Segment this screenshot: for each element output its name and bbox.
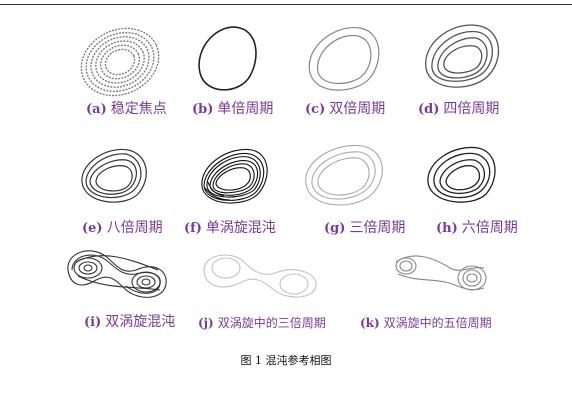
caption-i: (i) 双涡旋混沌 xyxy=(84,313,175,329)
caption-e-text: 八倍周期 xyxy=(106,220,163,236)
caption-j: (j) 双涡旋中的三倍周期 xyxy=(198,314,326,330)
phase-portrait-j xyxy=(203,254,317,298)
caption-j-text: 双涡旋中的三倍周期 xyxy=(217,316,326,330)
caption-d: (d) 四倍周期 xyxy=(418,100,499,116)
caption-b-text: 单倍周期 xyxy=(217,101,274,117)
caption-g-text: 三倍周期 xyxy=(349,220,406,236)
caption-c: (c) 双倍周期 xyxy=(305,100,385,116)
caption-k-label: (k) xyxy=(360,316,380,330)
caption-b-label: (b) xyxy=(192,102,214,117)
caption-a-text: 稳定焦点 xyxy=(110,101,167,117)
caption-h-label: (h) xyxy=(436,221,458,236)
caption-h: (h) 六倍周期 xyxy=(436,219,518,235)
caption-g: (g) 三倍周期 xyxy=(324,219,405,235)
caption-k: (k) 双涡旋中的五倍周期 xyxy=(360,314,492,330)
caption-f: (f) 单涡旋混沌 xyxy=(184,219,276,235)
caption-i-label: (i) xyxy=(84,315,102,330)
caption-f-label: (f) xyxy=(184,221,202,236)
caption-c-text: 双倍周期 xyxy=(329,101,386,117)
caption-f-text: 单涡旋混沌 xyxy=(205,220,276,236)
caption-i-text: 双涡旋混沌 xyxy=(105,314,176,330)
caption-e-label: (e) xyxy=(82,221,103,236)
phase-portrait-c xyxy=(308,27,380,91)
caption-j-label: (j) xyxy=(198,316,214,330)
caption-k-text: 双涡旋中的五倍周期 xyxy=(383,316,492,330)
phase-portrait-h xyxy=(427,146,496,203)
phase-portrait-e xyxy=(81,148,147,203)
phase-portrait-k xyxy=(395,255,487,291)
caption-d-label: (d) xyxy=(418,102,440,117)
caption-a: (a) 稳定焦点 xyxy=(86,100,167,116)
phase-portrait-i xyxy=(67,250,167,298)
caption-c-label: (c) xyxy=(305,102,326,117)
caption-d-text: 四倍周期 xyxy=(443,101,500,117)
caption-b: (b) 单倍周期 xyxy=(192,100,273,116)
caption-e: (e) 八倍周期 xyxy=(82,219,163,235)
caption-g-label: (g) xyxy=(324,221,346,236)
phase-portrait-a xyxy=(80,27,160,97)
phase-portrait-g xyxy=(305,144,383,206)
phase-portrait-b xyxy=(198,26,257,91)
phase-portrait-d xyxy=(425,24,500,88)
caption-a-label: (a) xyxy=(86,102,107,117)
top-rule xyxy=(0,4,572,5)
figure-caption: 图 1 混沌参考相图 xyxy=(240,354,332,367)
phase-portrait-f xyxy=(201,148,268,204)
caption-h-text: 六倍周期 xyxy=(461,220,518,236)
